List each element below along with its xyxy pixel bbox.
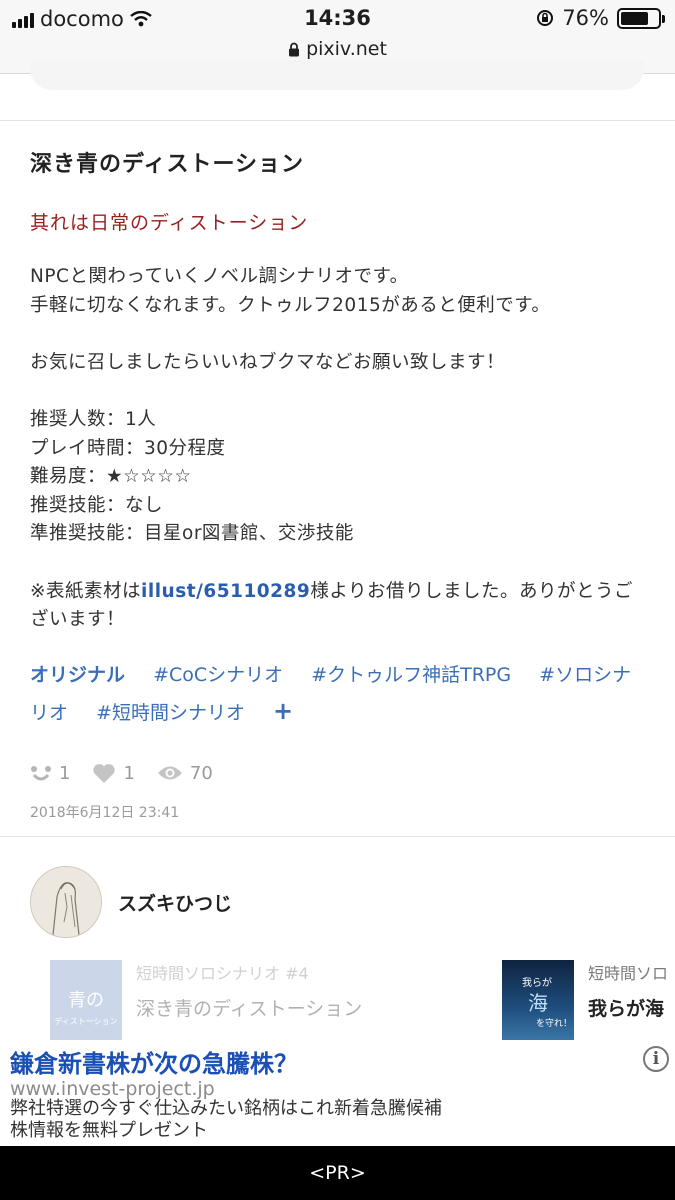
previous-section-card	[30, 60, 644, 90]
add-tag-button[interactable]: +	[273, 697, 293, 725]
description-text: NPCと関わっていくノベル調シナリオです。 手軽に切なくなれます。クトゥルフ20…	[30, 266, 551, 545]
status-bar: docomo 14:36 76%	[0, 0, 675, 36]
stats-row: 1 1 70	[30, 763, 645, 784]
view-count: 70	[189, 762, 213, 784]
novel-details: 深き青のディストーション 其れは日常のディストーション NPCと関わっていくノベ…	[30, 146, 645, 822]
related-work-card[interactable]: 青の ディストーション 短時間ソロシナリオ #4 深き青のディストーション	[50, 960, 362, 1042]
avatar[interactable]	[30, 866, 102, 938]
svg-text:を守れ！: を守れ！	[536, 1017, 572, 1029]
novel-description: NPCと関わっていくノベル調シナリオです。 手軽に切なくなれます。クトゥルフ20…	[30, 263, 645, 635]
related-work-card[interactable]: 我らが 海 を守れ！ 短時間ソロ 我らが海	[502, 960, 668, 1042]
bookmark-stat: 1	[30, 763, 70, 784]
related-thumbnail[interactable]: 青の ディストーション	[50, 960, 122, 1042]
rotation-lock-icon	[537, 10, 554, 26]
author-name[interactable]: スズキひつじ	[118, 889, 232, 916]
author-row[interactable]: スズキひつじ	[30, 866, 232, 938]
cover-image: 青の ディストーション	[50, 960, 122, 1042]
battery-fill	[621, 11, 649, 25]
novel-subtitle: 其れは日常のディストーション	[30, 212, 309, 234]
like-count: 1	[123, 762, 135, 784]
ad-body-line: 弊社特選の今すぐ仕込みたい銘柄はこれ新着急騰候補	[10, 1098, 442, 1119]
related-series[interactable]: 短時間ソロシナリオ #4	[136, 960, 362, 984]
avatar-sketch-image	[31, 867, 101, 937]
tag-original[interactable]: オリジナル	[30, 664, 125, 686]
tag-short-scenario[interactable]: #短時間シナリオ	[96, 702, 245, 724]
divider	[0, 120, 675, 121]
ad-body-line: 株情報を無料プレゼント	[10, 1120, 208, 1141]
tag-coc-scenario[interactable]: #CoCシナリオ	[153, 664, 283, 686]
svg-text:ディストーション: ディストーション	[54, 1016, 117, 1026]
ad-url[interactable]: www.invest-project.jp	[10, 1078, 215, 1100]
svg-text:我らが: 我らが	[522, 976, 552, 989]
smile-icon	[31, 766, 51, 781]
cover-image: 我らが 海 を守れ！	[522, 976, 572, 1029]
ad-info-icon[interactable]: i	[643, 1046, 669, 1072]
eye-icon	[157, 766, 182, 780]
view-stat: 70	[157, 763, 213, 784]
heart-icon	[93, 763, 116, 783]
bookmark-count: 1	[59, 762, 71, 784]
url-domain: pixiv.net	[306, 38, 387, 60]
svg-text:青の: 青の	[68, 990, 104, 1011]
divider	[0, 836, 675, 837]
tag-list: オリジナル #CoCシナリオ #クトゥルフ神話TRPG #ソロシナリオ #短時間…	[30, 657, 645, 731]
ad-banner[interactable]: 鎌倉新書株が次の急騰株？ www.invest-project.jp 弊社特選の…	[0, 1040, 675, 1146]
battery-icon	[617, 7, 665, 29]
lock-icon	[289, 42, 300, 56]
ad-body[interactable]: 弊社特選の今すぐ仕込みたい銘柄はこれ新着急騰候補 株情報を無料プレゼント	[10, 1098, 442, 1142]
post-date: 2018年6月12日 23:41	[30, 804, 180, 821]
credit-prefix: ※表紙素材は	[30, 580, 142, 602]
like-stat: 1	[92, 762, 135, 784]
related-title[interactable]: 深き青のディストーション	[136, 994, 362, 1021]
tag-cthulhu-trpg[interactable]: #クトゥルフ神話TRPG	[311, 664, 511, 686]
related-series[interactable]: 短時間ソロ	[588, 960, 668, 984]
ad-headline[interactable]: 鎌倉新書株が次の急騰株？	[10, 1044, 298, 1079]
novel-title: 深き青のディストーション	[30, 152, 305, 177]
battery-area: 76%	[536, 6, 665, 30]
related-thumbnail[interactable]: 我らが 海 を守れ！	[502, 960, 574, 1042]
svg-text:海: 海	[528, 991, 548, 1015]
related-text: 短時間ソロシナリオ #4 深き青のディストーション	[136, 960, 362, 1042]
credit-link[interactable]: illust/65110289	[141, 581, 310, 602]
related-text: 短時間ソロ 我らが海	[588, 960, 668, 1042]
related-title[interactable]: 我らが海	[588, 994, 668, 1021]
pr-bar[interactable]: <PR>	[0, 1146, 675, 1200]
battery-percent: 76%	[562, 6, 609, 30]
